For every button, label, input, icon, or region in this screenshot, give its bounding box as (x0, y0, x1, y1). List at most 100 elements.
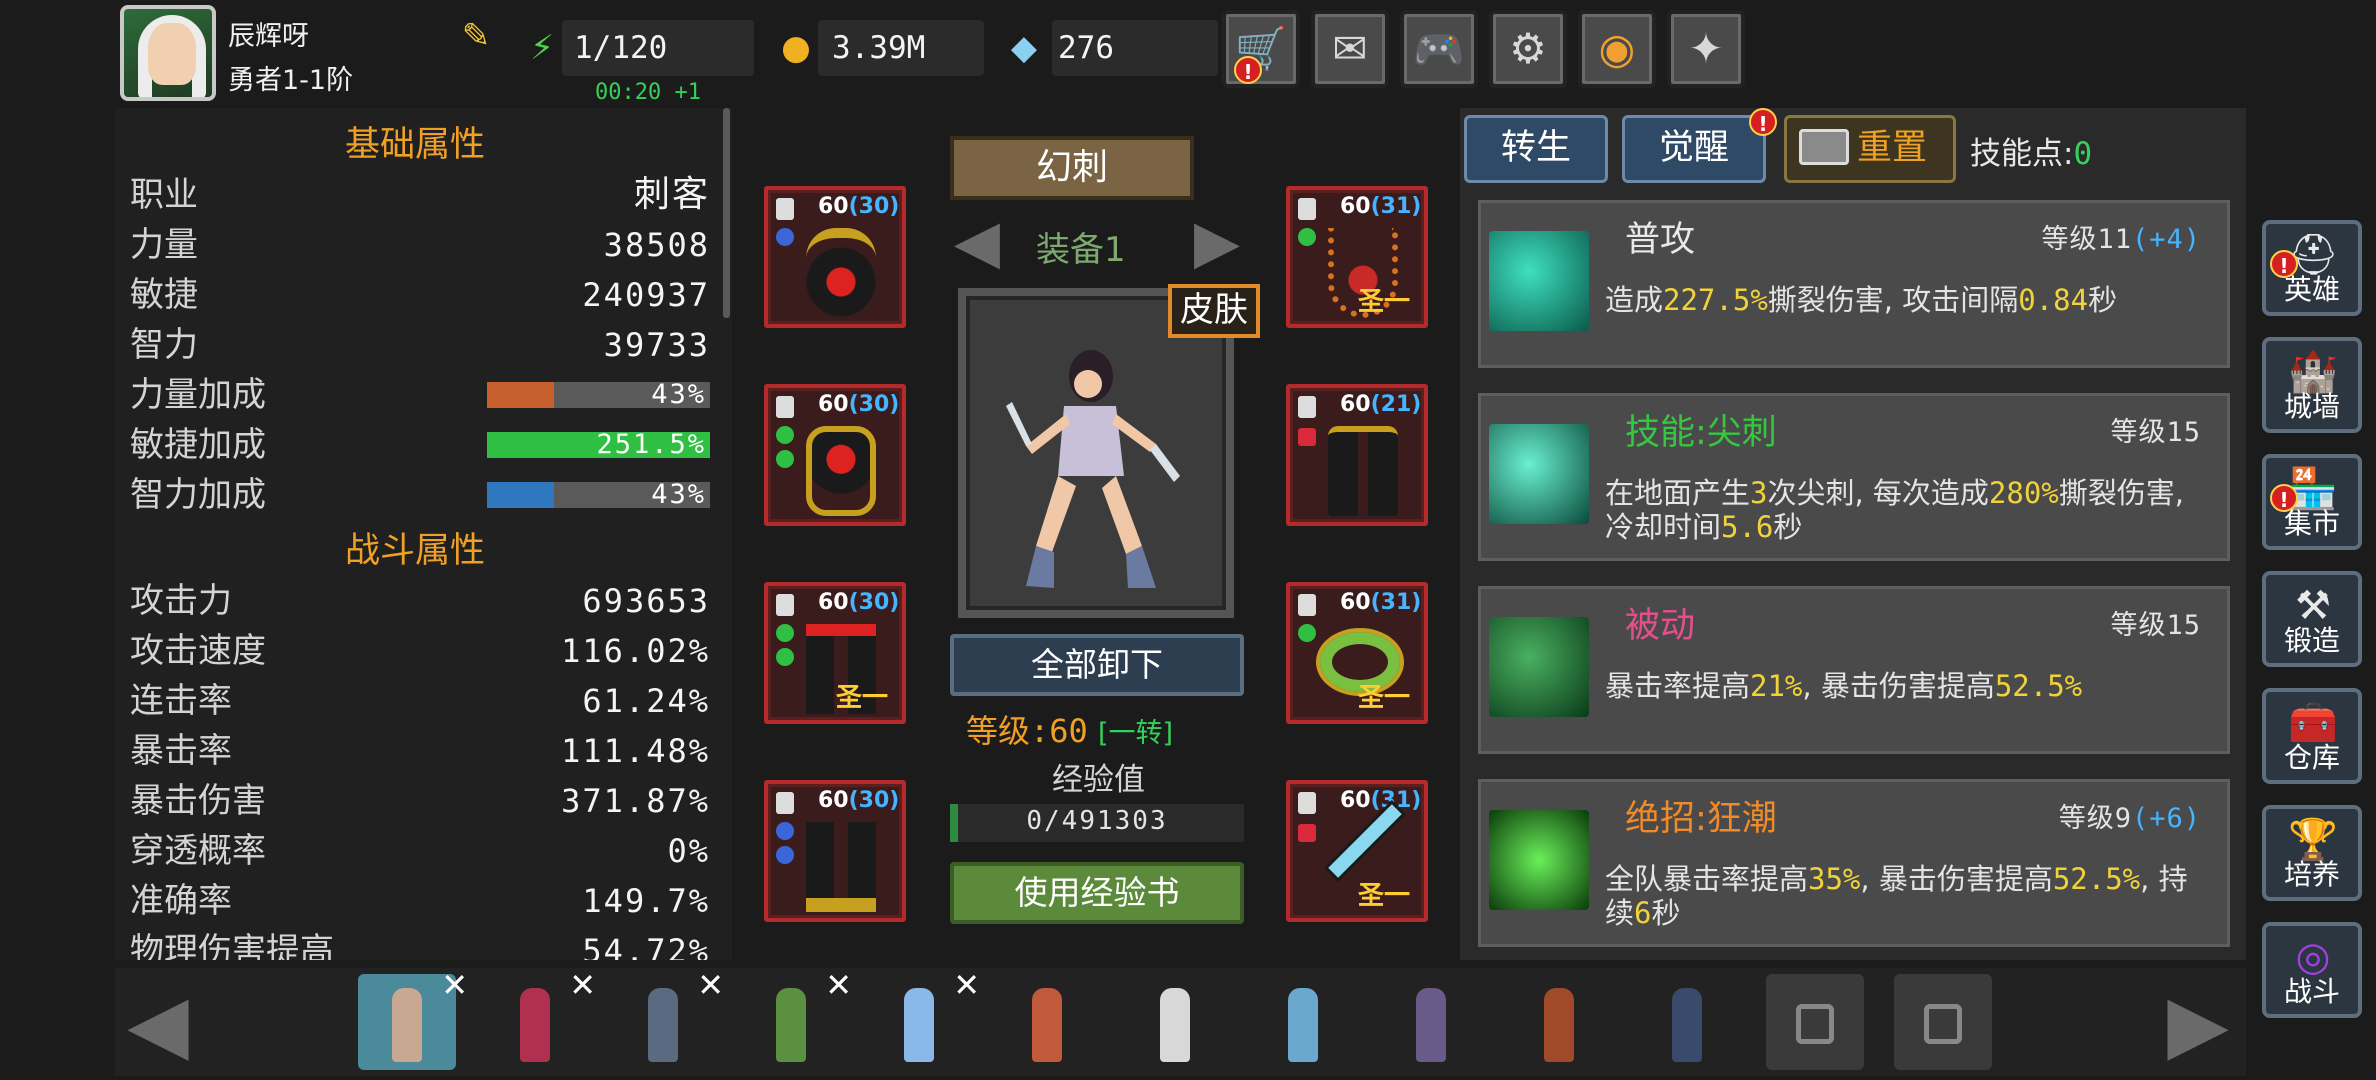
nav-label: 锻造 (2283, 624, 2340, 657)
gold-coin-icon[interactable]: ● (776, 28, 816, 68)
equip-slot-helmet[interactable]: 60(30) (764, 186, 906, 328)
fireworks-button[interactable]: ✦ (1667, 10, 1745, 88)
roster-hero-slot[interactable]: ✕ (486, 969, 596, 1070)
roster-prev-arrow-icon[interactable]: ◀ (112, 978, 204, 1070)
equip-level: 60(30) (818, 194, 900, 219)
nav-hero[interactable]: ⛑ ! 英雄 (2262, 220, 2362, 316)
lock-icon (1298, 198, 1316, 220)
deployed-x-icon: ✕ (569, 966, 596, 1004)
skill-desc-text: , 暴击伤害提高 (1860, 862, 2053, 896)
roster-hero-slot[interactable] (998, 974, 1096, 1070)
skill-name: 被动 (1625, 606, 1696, 646)
nav-warehouse[interactable]: 🧰 仓库 (2262, 688, 2362, 784)
gamepad-icon: 🎮 (1412, 24, 1466, 73)
stat-label: 敏捷 (130, 275, 198, 315)
awaken-tab[interactable]: 觉醒 ! (1622, 108, 1777, 183)
roster-slot-locked[interactable] (1766, 974, 1864, 1070)
skill-description: 造成227.5%撕裂伤害, 攻击间隔0.84秒 (1605, 283, 2215, 317)
stat-row: 攻击速度 116.02% (130, 626, 710, 676)
roster-hero-slot[interactable]: ✕ (614, 969, 724, 1070)
equip-slot-legs[interactable]: 60(30) 圣一 (764, 582, 906, 724)
use-exp-book-button[interactable]: 使用经验书 (950, 862, 1244, 924)
stamina-bolt-icon[interactable]: ⚡ (522, 28, 562, 68)
roster-hero-slot[interactable] (1510, 974, 1608, 1070)
next-loadout-arrow-icon[interactable]: ▶ (1182, 210, 1252, 274)
skill-description: 全队暴击率提高35%, 暴击伤害提高52.5%, 持续6秒 (1605, 862, 2215, 930)
color-wheel-button[interactable]: ◉ (1578, 10, 1656, 88)
skill-name: 绝招:狂潮 (1625, 799, 1777, 839)
roster-slot-locked[interactable] (1894, 974, 1992, 1070)
equip-slot-weapon[interactable]: 60(31) 圣一 (1286, 780, 1428, 922)
roster-hero-slot[interactable] (1382, 974, 1480, 1070)
skill-desc-highlight: 227.5% (1663, 283, 1768, 317)
lock-icon (1298, 792, 1316, 814)
roster-hero-slot[interactable] (1126, 974, 1224, 1070)
roster-hero-slot[interactable]: ✕ (358, 969, 468, 1070)
roster-hero-slot[interactable] (1254, 974, 1352, 1070)
stats-panel[interactable]: 基础属性 职业 刺客 力量 38508 敏捷 240937 智力 39733 力… (115, 108, 732, 960)
gloves-icon (1328, 426, 1398, 516)
stat-label: 力量加成 (130, 375, 266, 415)
settings-button[interactable]: ⚙ (1489, 10, 1567, 88)
color-wheel-icon: ◉ (1598, 24, 1636, 73)
roster-hero-slot[interactable]: ✕ (870, 969, 980, 1070)
rebirth-tab[interactable]: 转生 (1464, 115, 1608, 183)
hero-sprite-icon (1288, 988, 1318, 1062)
stamina-value: 1/120 (574, 30, 668, 66)
nav-forge[interactable]: ⚒ 锻造 (2262, 571, 2362, 667)
stat-row: 智力 39733 (130, 320, 710, 370)
player-avatar[interactable] (120, 5, 216, 101)
equip-slot-gloves[interactable]: 60(21) (1286, 384, 1428, 526)
shop-button[interactable]: 🛒 ! (1222, 10, 1300, 88)
skill-level: 等级15 (2110, 610, 2201, 641)
prev-loadout-arrow-icon[interactable]: ◀ (942, 210, 1012, 274)
unequip-all-button[interactable]: 全部卸下 (950, 634, 1244, 696)
skill-card-passive[interactable]: 被动 等级15 暴击率提高21%, 暴击伤害提高52.5% (1478, 586, 2230, 754)
stats-scrollbar[interactable] (723, 108, 730, 318)
skill-level: 等级15 (2110, 417, 2201, 448)
edit-name-icon[interactable]: ✎ (456, 16, 496, 56)
stat-label: 攻击力 (130, 581, 232, 621)
stat-value: 刺客 (633, 174, 710, 215)
equip-slot-ring[interactable]: 60(31) 圣一 (1286, 582, 1428, 724)
equip-level: 60(21) (1340, 392, 1422, 417)
settings-icon: ⚙ (1509, 24, 1547, 73)
roster-next-arrow-icon[interactable]: ▶ (2152, 978, 2244, 1070)
reset-skills-button[interactable]: 重置 (1784, 115, 1956, 183)
stamina-regen-timer: 00:20 +1 (595, 80, 701, 105)
nav-wall[interactable]: 🏰 城墙 (2262, 337, 2362, 433)
hero-sprite-icon (520, 988, 550, 1062)
equip-slot-armor[interactable]: 60(30) (764, 384, 906, 526)
mail-button[interactable]: ✉ (1311, 10, 1389, 88)
equip-level: 60(31) (1340, 590, 1422, 615)
gem-icon[interactable]: ◆ (1004, 28, 1044, 68)
nav-battle[interactable]: ◎ 战斗 (2262, 922, 2362, 1018)
assassin-sprite-icon (1006, 350, 1180, 588)
gem-socket-icon (776, 648, 794, 666)
roster-hero-slot[interactable] (1638, 974, 1736, 1070)
equip-slot-necklace[interactable]: 60(31) 圣一 (1286, 186, 1428, 328)
stat-label: 连击率 (130, 681, 232, 721)
stat-value: 149.7% (582, 882, 710, 920)
nav-market[interactable]: 🏪 ! 集市 (2262, 454, 2362, 550)
gems-value: 276 (1058, 30, 1114, 66)
skill-card-basic-attack[interactable]: 普攻 等级11(+4) 造成227.5%撕裂伤害, 攻击间隔0.84秒 (1478, 200, 2230, 368)
skill-card-spike[interactable]: 技能:尖刺 等级15 在地面产生3次尖刺, 每次造成280%撕裂伤害, 冷却时间… (1478, 393, 2230, 561)
nav-train[interactable]: 🏆 培养 (2262, 805, 2362, 901)
equip-slot-boots[interactable]: 60(30) (764, 780, 906, 922)
roster-hero-slot[interactable]: ✕ (742, 969, 852, 1070)
fist-skill-icon (1489, 617, 1589, 717)
equip-level: 60(31) (1340, 194, 1422, 219)
skin-button[interactable]: 皮肤 (1168, 284, 1260, 338)
skill-desc-text: 秒 (1773, 510, 1803, 544)
equip-level: 60(30) (818, 788, 900, 813)
skill-desc-text: 全队暴击率提高 (1605, 862, 1809, 896)
loadout-label: 装备1 (1036, 230, 1126, 270)
skill-card-ultimate[interactable]: 绝招:狂潮 等级9(+6) 全队暴击率提高35%, 暴击伤害提高52.5%, 持… (1478, 779, 2230, 947)
nav-label: 仓库 (2283, 741, 2340, 774)
gamepad-button[interactable]: 🎮 (1400, 10, 1478, 88)
skill-desc-highlight: 3 (1750, 476, 1768, 510)
avatar-face (148, 23, 196, 85)
nav-label: 城墙 (2283, 390, 2340, 423)
gem-socket-icon (776, 624, 794, 642)
